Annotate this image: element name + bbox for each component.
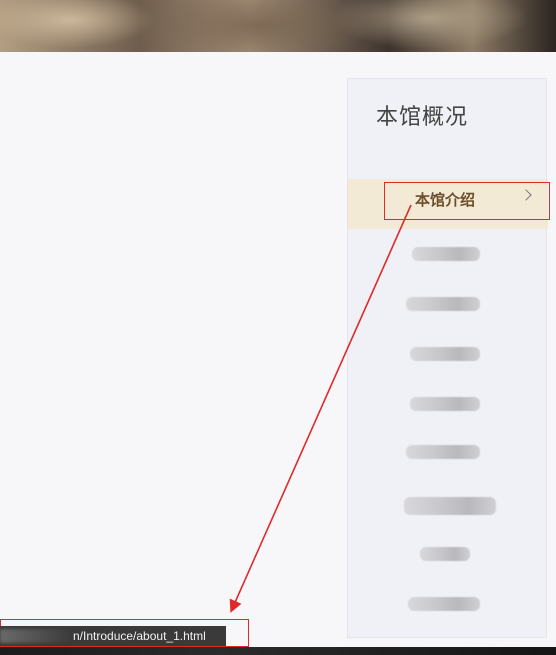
main-content: 本馆概况 本馆介绍	[0, 52, 556, 647]
taskbar-strip	[0, 647, 556, 655]
status-bar-url: n/Introduce/about_1.html	[0, 626, 226, 646]
sidebar-title: 本馆概况	[376, 105, 469, 130]
sidebar-item-blurred[interactable]	[404, 497, 496, 515]
hero-banner-image	[0, 0, 556, 52]
highlight-box	[384, 182, 550, 220]
sidebar-item-blurred[interactable]	[406, 445, 480, 459]
sidebar-item-blurred[interactable]	[408, 597, 480, 611]
redacted-url-prefix	[0, 629, 72, 643]
sidebar-item-blurred[interactable]	[410, 347, 480, 361]
sidebar-item-intro[interactable]: 本馆介绍	[348, 179, 550, 229]
sidebar-item-blurred[interactable]	[412, 247, 480, 261]
sidebar-item-blurred[interactable]	[410, 397, 480, 411]
status-url-text: n/Introduce/about_1.html	[73, 629, 206, 643]
sidebar-item-blurred[interactable]	[406, 297, 480, 311]
sidebar-item-blurred[interactable]	[420, 547, 470, 561]
sidebar-nav: 本馆概况 本馆介绍	[347, 78, 550, 638]
